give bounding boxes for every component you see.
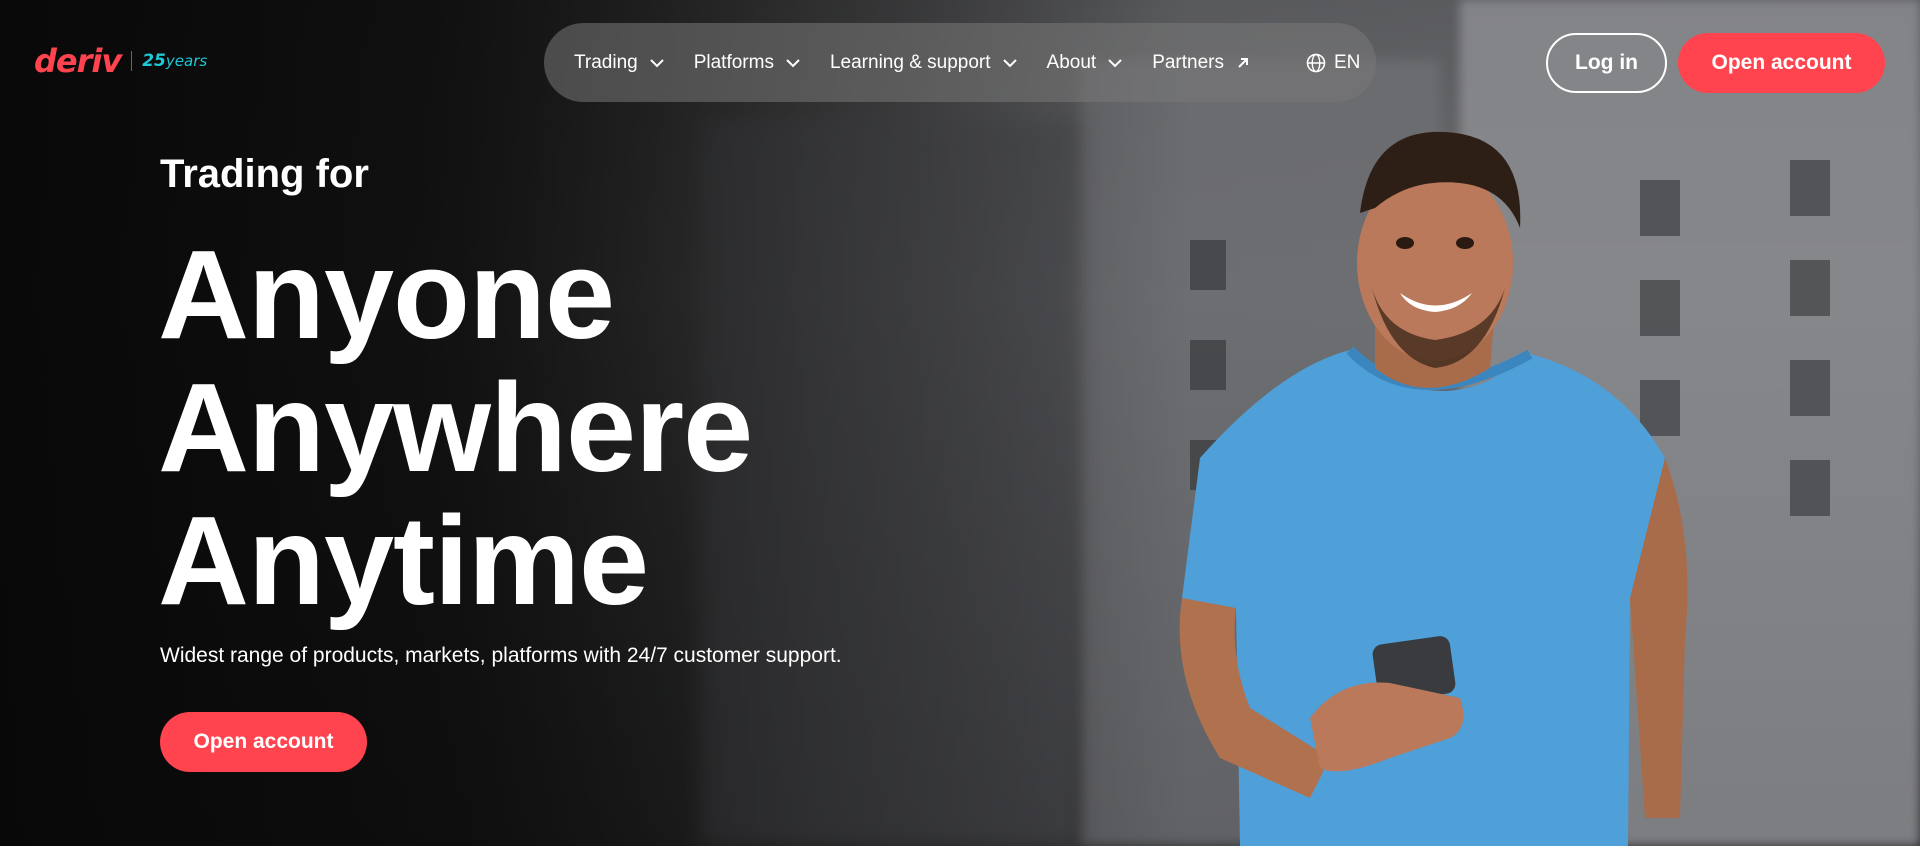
hero-headline: Anyone Anywhere Anytime <box>158 224 753 631</box>
nav-item-about[interactable]: About <box>1047 52 1125 74</box>
open-account-button-hero[interactable]: Open account <box>160 712 367 772</box>
headline-line: Anyone <box>158 224 615 365</box>
headline-line: Anywhere <box>158 357 753 498</box>
anniversary-badge: 25years <box>142 51 207 71</box>
nav-label: Platforms <box>693 51 774 73</box>
globe-icon <box>1306 53 1326 72</box>
login-button[interactable]: Log in <box>1546 33 1667 93</box>
nav-label: Trading <box>574 51 638 73</box>
anniversary-text: years <box>165 52 208 70</box>
hero-subtext: Widest range of products, markets, platf… <box>160 644 842 667</box>
headline-line: Anytime <box>158 490 649 631</box>
anniversary-number: 25 <box>142 51 166 71</box>
chevron-down-icon <box>1002 58 1017 67</box>
chevron-down-icon <box>1108 58 1122 67</box>
nav-item-platforms[interactable]: Platforms <box>694 52 802 74</box>
nav-label: Partners <box>1152 51 1224 73</box>
nav-label: Learning & support <box>829 51 991 73</box>
language-selector[interactable]: EN <box>1306 52 1360 74</box>
arrow-up-right-icon <box>1238 57 1248 68</box>
chevron-down-icon <box>786 58 800 67</box>
nav-item-learning-support[interactable]: Learning & support <box>830 52 1019 74</box>
nav-item-trading[interactable]: Trading <box>574 52 666 74</box>
logo-divider <box>131 51 133 71</box>
language-label: EN <box>1334 51 1361 73</box>
nav-item-partners[interactable]: Partners <box>1152 52 1252 74</box>
open-account-button-header[interactable]: Open account <box>1678 33 1885 93</box>
deriv-logo[interactable]: deriv 25years <box>34 42 207 80</box>
nav-label: About <box>1046 51 1097 73</box>
hero-eyebrow: Trading for <box>160 152 369 196</box>
main-nav: Trading Platforms Learning & support Abo… <box>544 23 1376 102</box>
chevron-down-icon <box>650 58 664 67</box>
logo-wordmark: deriv <box>34 42 122 80</box>
smiling-man-photo <box>1179 131 1688 846</box>
